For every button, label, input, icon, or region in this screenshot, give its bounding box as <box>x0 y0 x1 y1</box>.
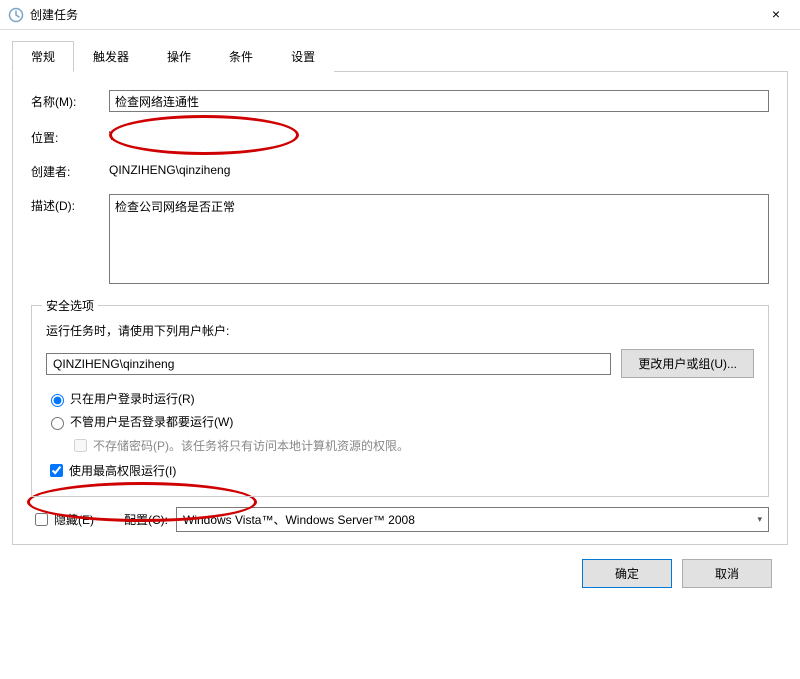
change-user-button[interactable]: 更改用户或组(U)... <box>621 349 754 378</box>
checkbox-hidden-label[interactable]: 隐藏(E) <box>54 511 94 528</box>
location-value: \ <box>109 126 112 143</box>
name-label: 名称(M): <box>31 90 109 110</box>
checkbox-hidden[interactable] <box>35 513 48 526</box>
configure-value: Windows Vista™、Windows Server™ 2008 <box>183 511 415 528</box>
cancel-button[interactable]: 取消 <box>682 559 772 588</box>
description-label: 描述(D): <box>31 194 109 214</box>
description-textarea[interactable] <box>109 194 769 284</box>
chevron-down-icon: ▾ <box>757 514 762 525</box>
radio-run-any-label[interactable]: 不管用户是否登录都要运行(W) <box>70 413 233 430</box>
checkbox-highest-privileges-label[interactable]: 使用最高权限运行(I) <box>69 462 176 479</box>
clock-icon <box>8 7 24 23</box>
tab-actions[interactable]: 操作 <box>148 41 210 72</box>
dialog-footer: 确定 取消 <box>12 545 788 598</box>
checkbox-no-store-password <box>74 439 87 452</box>
checkbox-no-store-password-label: 不存储密码(P)。该任务将只有访问本地计算机资源的权限。 <box>93 437 409 454</box>
tab-settings[interactable]: 设置 <box>272 41 334 72</box>
general-panel: 名称(M): 位置: \ 创建者: QINZIHENG\qinziheng 描述… <box>12 72 788 545</box>
radio-run-logged-on-label[interactable]: 只在用户登录时运行(R) <box>70 390 195 407</box>
ok-button[interactable]: 确定 <box>582 559 672 588</box>
author-value: QINZIHENG\qinziheng <box>109 160 230 177</box>
checkbox-highest-privileges[interactable] <box>50 464 63 477</box>
tab-triggers[interactable]: 触发器 <box>74 41 148 72</box>
configure-label: 配置(C): <box>124 511 168 528</box>
radio-run-any[interactable] <box>51 417 64 430</box>
close-button[interactable]: × <box>764 4 788 24</box>
window-title: 创建任务 <box>30 6 78 23</box>
name-input[interactable] <box>109 90 769 112</box>
security-group-title: 安全选项 <box>42 297 98 314</box>
author-label: 创建者: <box>31 160 109 180</box>
tab-general[interactable]: 常规 <box>12 41 74 72</box>
tab-conditions[interactable]: 条件 <box>210 41 272 72</box>
configure-select[interactable]: Windows Vista™、Windows Server™ 2008 ▾ <box>176 507 769 532</box>
security-options-group: 安全选项 运行任务时，请使用下列用户帐户: QINZIHENG\qinzihen… <box>31 305 769 497</box>
security-account-hint: 运行任务时，请使用下列用户帐户: <box>46 322 754 339</box>
tab-strip: 常规 触发器 操作 条件 设置 <box>12 40 788 72</box>
location-label: 位置: <box>31 126 109 146</box>
window-titlebar: 创建任务 × <box>0 0 800 30</box>
radio-run-logged-on[interactable] <box>51 394 64 407</box>
security-account-value: QINZIHENG\qinziheng <box>46 353 611 375</box>
